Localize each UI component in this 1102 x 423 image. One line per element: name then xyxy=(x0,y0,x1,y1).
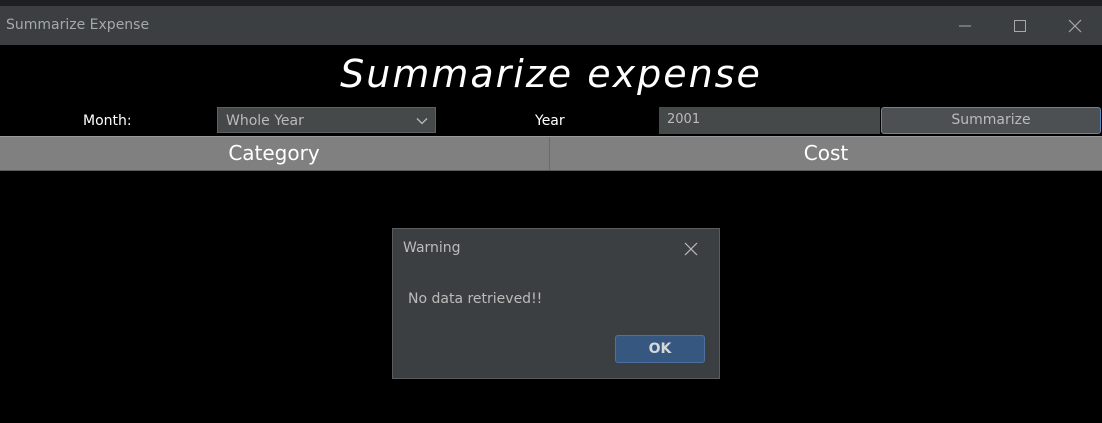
app-window: Summarize Expense Summarize expense Mont… xyxy=(0,0,1102,423)
month-select[interactable]: Whole Year xyxy=(217,107,436,133)
minimize-icon xyxy=(959,25,971,26)
summarize-button[interactable]: Summarize xyxy=(881,107,1101,134)
chevron-down-icon xyxy=(415,113,429,132)
close-button[interactable] xyxy=(1048,6,1102,45)
ok-button[interactable]: OK xyxy=(615,335,705,363)
close-icon xyxy=(1068,19,1082,32)
maximize-icon xyxy=(1014,19,1026,32)
warning-dialog: Warning No data retrieved!! OK xyxy=(392,228,720,379)
year-input[interactable]: 2001 xyxy=(659,107,880,134)
page-heading: Summarize expense xyxy=(340,52,762,96)
dialog-close-button[interactable] xyxy=(682,240,700,258)
minimize-button[interactable] xyxy=(938,6,992,45)
column-header-category[interactable]: Category xyxy=(0,137,548,170)
column-header-cost[interactable]: Cost xyxy=(549,137,1102,170)
month-select-value: Whole Year xyxy=(226,113,304,129)
dialog-message: No data retrieved!! xyxy=(408,291,543,307)
window-title: Summarize Expense xyxy=(6,17,150,33)
maximize-button[interactable] xyxy=(993,6,1047,45)
year-label: Year xyxy=(535,113,565,129)
dialog-title: Warning xyxy=(403,240,461,256)
month-label: Month: xyxy=(83,113,132,129)
close-icon xyxy=(684,242,698,256)
title-bar[interactable]: Summarize Expense xyxy=(0,6,1102,45)
table-header: Category Cost xyxy=(0,136,1102,171)
